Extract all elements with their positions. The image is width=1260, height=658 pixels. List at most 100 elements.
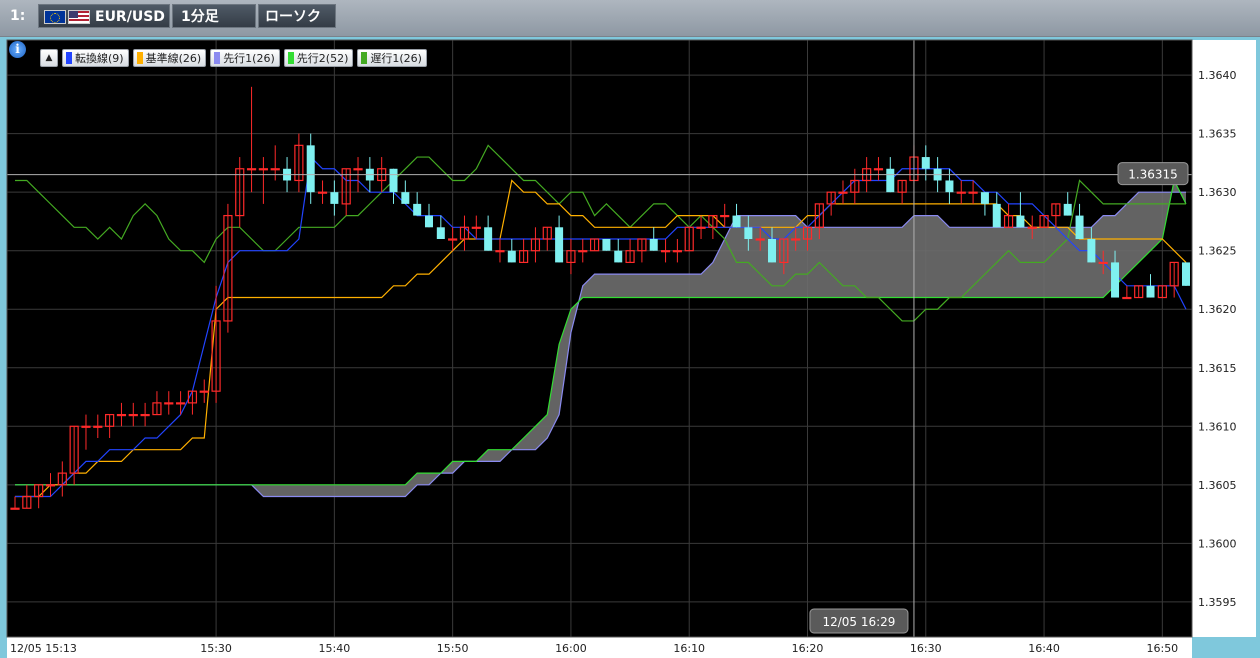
x-tick-label: 16:40: [1028, 642, 1060, 655]
x-tick-label: 15:40: [319, 642, 351, 655]
plot-area: [7, 40, 1192, 637]
x-tick-label: 16:30: [910, 642, 942, 655]
candle-body: [401, 192, 410, 204]
candle-body: [246, 168, 257, 171]
y-tick-label: 1.3620: [1198, 303, 1237, 316]
legend-senkou-a[interactable]: 先行1(26): [210, 49, 280, 67]
y-tick-label: 1.3605: [1198, 479, 1237, 492]
candle-body: [921, 157, 930, 169]
candle-body: [838, 191, 848, 194]
candle-body: [732, 215, 741, 228]
candle-body: [992, 203, 1001, 228]
legend-kijun[interactable]: 基準線(26): [132, 49, 207, 67]
candle-body: [128, 413, 138, 417]
legend-label: 先行1(26): [223, 52, 275, 65]
time-axis: [7, 637, 1192, 658]
info-icon[interactable]: i: [9, 41, 26, 58]
candle-body: [164, 402, 174, 405]
x-tick-label: 15:30: [200, 642, 232, 655]
y-tick-label: 1.3615: [1198, 362, 1237, 375]
candle-body: [81, 425, 91, 428]
candle-body: [413, 203, 422, 216]
crosshair-price-label: 1.36315: [1128, 168, 1178, 182]
candle-body: [1075, 215, 1084, 239]
candle-body: [1098, 261, 1108, 265]
candle-body: [140, 413, 150, 417]
legend-senkou-b[interactable]: 先行2(52): [283, 49, 354, 67]
legend-tenkan[interactable]: 転換線(9): [62, 49, 129, 67]
candle-body: [116, 413, 127, 417]
candle-body: [10, 507, 20, 510]
candle-body: [175, 402, 186, 405]
x-tick-label: 16:20: [792, 642, 824, 655]
x-tick-label: 15:50: [437, 642, 469, 655]
candle-body: [886, 168, 895, 193]
legend-label: 転換線(9): [75, 52, 124, 65]
candle-body: [791, 238, 801, 241]
candle-body: [555, 227, 564, 263]
indicator-legend: ▲ 転換線(9) 基準線(26) 先行1(26) 先行2(52) 遅行1(26): [40, 47, 427, 69]
candle-body: [1122, 296, 1132, 300]
candle-body: [93, 425, 103, 428]
y-tick-label: 1.3635: [1198, 128, 1237, 141]
candle-body: [578, 250, 588, 253]
candle-body: [980, 192, 989, 204]
legend-swatch: [361, 52, 368, 64]
candle-body: [1111, 262, 1120, 298]
candle-body: [649, 239, 658, 251]
candle-body: [424, 215, 433, 228]
candle-body: [720, 214, 730, 218]
candle-body: [45, 484, 56, 487]
x-tick-label: 16:10: [673, 642, 705, 655]
x-tick-label: 12/05 15:13: [10, 642, 77, 655]
candle-body: [1182, 262, 1190, 286]
legend-swatch: [287, 52, 294, 64]
legend-collapse-button[interactable]: ▲: [40, 49, 58, 67]
y-tick-label: 1.3610: [1198, 420, 1237, 433]
candle-body: [956, 191, 966, 194]
ichimoku-chart[interactable]: 1.3640 1.3635 1.3630 1.3625 1.3620 1.3615 1.36…: [0, 0, 1260, 658]
y-tick-label: 1.3595: [1198, 596, 1237, 609]
candle-body: [696, 226, 706, 229]
legend-label: 遅行1(26): [370, 52, 422, 65]
candle-body: [873, 168, 884, 171]
x-tick-label: 16:00: [555, 642, 587, 655]
crosshair-time-label: 12/05 16:29: [822, 615, 895, 629]
candle: [1182, 262, 1190, 286]
candle-body: [389, 168, 398, 193]
legend-label: 基準線(26): [145, 52, 202, 65]
candle-body: [330, 192, 339, 204]
candle-body: [495, 250, 505, 253]
candle-body: [1087, 239, 1096, 263]
y-tick-label: 1.3600: [1198, 537, 1237, 550]
legend-chikou[interactable]: 遅行1(26): [357, 49, 427, 67]
candle-body: [507, 250, 516, 263]
candle-body: [660, 250, 671, 253]
candle-body: [945, 180, 954, 193]
y-tick-label: 1.3625: [1198, 245, 1237, 258]
candle-body: [614, 250, 623, 263]
legend-swatch: [214, 52, 221, 64]
candle-body: [306, 145, 315, 193]
candle-body: [353, 168, 363, 171]
x-tick-label: 16:50: [1146, 642, 1178, 655]
candle-body: [258, 168, 268, 171]
y-tick-label: 1.3640: [1198, 69, 1237, 82]
candle-body: [484, 227, 493, 251]
candle-body: [968, 191, 978, 194]
candle-body: [672, 250, 682, 253]
candle-body: [436, 227, 445, 239]
candle-body: [1146, 285, 1155, 298]
candle-body: [471, 226, 481, 229]
legend-swatch: [136, 52, 143, 64]
legend-label: 先行2(52): [296, 52, 349, 65]
candle-body: [317, 191, 328, 194]
candle-body: [1016, 215, 1025, 228]
y-tick-label: 1.3630: [1198, 186, 1237, 199]
candle-body: [1027, 226, 1037, 229]
candle-body: [768, 239, 777, 263]
candle-body: [755, 238, 765, 241]
candle-body: [602, 239, 611, 251]
candle-body: [448, 238, 458, 241]
candle: [602, 239, 611, 251]
